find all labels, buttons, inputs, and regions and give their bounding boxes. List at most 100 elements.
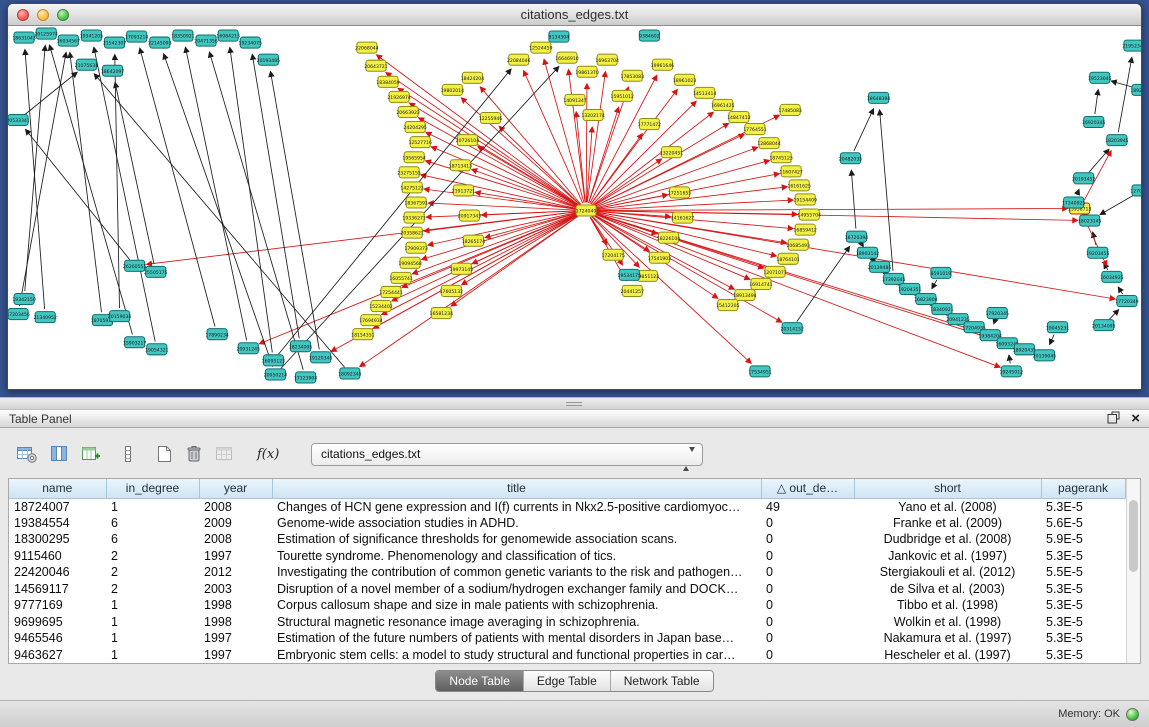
graph-node[interactable]: 20441257 bbox=[621, 285, 645, 296]
table-select[interactable]: citations_edges.txt bbox=[311, 443, 703, 466]
graph-node[interactable]: 20643721 bbox=[364, 60, 388, 71]
graph-node[interactable]: 17890234 bbox=[205, 329, 229, 340]
graph-node[interactable]: 17534951 bbox=[748, 366, 772, 377]
graph-node[interactable]: 13220451 bbox=[660, 147, 684, 158]
graph-node[interactable]: 19094568 bbox=[398, 257, 422, 268]
graph-node[interactable]: 18642097 bbox=[101, 65, 125, 76]
graph-node[interactable]: 14275122 bbox=[400, 182, 424, 193]
divider-grip[interactable] bbox=[566, 402, 582, 406]
graph-node[interactable]: 20358621 bbox=[400, 227, 424, 238]
graph-node[interactable]: 19534175 bbox=[618, 269, 642, 280]
graph-node[interactable]: 18648394 bbox=[867, 92, 891, 103]
graph-node[interactable]: 8134304 bbox=[549, 31, 570, 42]
table-row[interactable]: 946362711997Embryonic stem cells: a mode… bbox=[9, 647, 1125, 664]
network-window-titlebar[interactable]: citations_edges.txt bbox=[8, 4, 1141, 26]
graph-node[interactable]: 16914741 bbox=[749, 278, 773, 289]
graph-node[interactable]: 17920345 bbox=[986, 308, 1010, 319]
table-row[interactable]: 1456911722003Disruption of a novel membe… bbox=[9, 581, 1125, 598]
graph-node[interactable]: 18913494 bbox=[733, 289, 757, 300]
graph-node[interactable]: 19203455 bbox=[1086, 247, 1110, 258]
graph-node[interactable]: 14955704 bbox=[798, 209, 822, 220]
graph-node[interactable]: 22084046 bbox=[507, 54, 531, 65]
graph-node[interactable]: 20685493 bbox=[786, 239, 810, 250]
graph-node[interactable]: 17605132 bbox=[440, 285, 464, 296]
graph-node[interactable]: 18424204 bbox=[461, 72, 485, 83]
table-row[interactable]: 911546021997Tourette syndrome. Phenomeno… bbox=[9, 548, 1125, 565]
graph-node[interactable]: 24204295 bbox=[403, 122, 427, 133]
graph-node[interactable]: 18203945 bbox=[1105, 135, 1129, 146]
function-icon[interactable]: f(x) bbox=[253, 442, 283, 466]
graph-node[interactable]: 12524459 bbox=[529, 42, 553, 53]
graph-node[interactable]: 19523045 bbox=[1088, 72, 1112, 83]
graph-node[interactable]: 15412205 bbox=[716, 300, 740, 311]
graph-node[interactable]: 14513414 bbox=[693, 87, 717, 98]
graph-node[interactable]: 20726104 bbox=[456, 135, 480, 146]
table-row[interactable]: 969969511998Structural magnetic resonanc… bbox=[9, 614, 1125, 631]
graph-node[interactable]: 20663923 bbox=[396, 106, 420, 117]
graph-node[interactable]: 18920435 bbox=[1013, 344, 1037, 355]
column-header-3[interactable]: title bbox=[272, 479, 761, 498]
graph-node[interactable]: 19802014 bbox=[441, 84, 465, 95]
graph-node[interactable]: 17203456 bbox=[8, 309, 30, 320]
graph-node[interactable]: 20193485 bbox=[257, 54, 281, 65]
graph-node[interactable]: 17771472 bbox=[638, 119, 662, 130]
table-mode-icon[interactable] bbox=[14, 442, 40, 466]
column-header-1[interactable]: in_degree bbox=[106, 479, 199, 498]
graph-node[interactable]: 19045231 bbox=[1046, 322, 1070, 333]
graph-node[interactable]: 20950214 bbox=[264, 369, 288, 380]
graph-node[interactable]: 26260555 bbox=[123, 260, 147, 271]
graph-node[interactable]: 16984213 bbox=[216, 30, 240, 41]
add-column-icon[interactable] bbox=[78, 442, 104, 466]
graph-node[interactable]: 21952340 bbox=[1122, 40, 1141, 51]
graph-node[interactable]: 18367591 bbox=[404, 197, 428, 208]
graph-node[interactable]: 17340925 bbox=[1062, 197, 1086, 208]
graph-node[interactable]: 16161625 bbox=[787, 180, 811, 191]
graph-node[interactable]: 18920351 bbox=[1130, 84, 1141, 95]
graph-node[interactable]: 16646910 bbox=[555, 52, 579, 63]
graph-node[interactable]: 22068044 bbox=[355, 42, 379, 53]
show-columns-icon[interactable] bbox=[46, 442, 72, 466]
graph-node[interactable]: 16055741 bbox=[389, 272, 413, 283]
graph-node[interactable]: 20314152 bbox=[780, 323, 804, 334]
graph-node[interactable]: 15951012 bbox=[611, 90, 635, 101]
graph-node[interactable]: 14091347 bbox=[563, 94, 587, 105]
graph-node[interactable]: 18961023 bbox=[673, 74, 697, 85]
graph-node[interactable]: 19234075 bbox=[239, 37, 263, 48]
graph-node[interactable]: 18023145 bbox=[1078, 215, 1102, 226]
graph-node[interactable]: 17093214 bbox=[125, 31, 149, 42]
graph-node[interactable]: 25505175 bbox=[144, 266, 168, 277]
graph-node[interactable]: 20471356 bbox=[194, 35, 218, 46]
graph-node[interactable]: 22145093 bbox=[148, 37, 172, 48]
graph-node[interactable]: 21913721 bbox=[452, 185, 476, 196]
graph-node[interactable]: 16961425 bbox=[711, 99, 735, 110]
graph-node[interactable]: 18903142 bbox=[856, 247, 880, 258]
graph-node[interactable]: 17853083 bbox=[621, 70, 645, 81]
graph-node[interactable]: 15903217 bbox=[123, 337, 147, 348]
graph-node[interactable]: 12527716 bbox=[408, 137, 432, 148]
graph-node[interactable]: 20533341 bbox=[8, 114, 30, 125]
table-row[interactable]: 977716911998Corpus callosum shape and si… bbox=[9, 597, 1125, 614]
graph-node[interactable]: 19336271 bbox=[402, 212, 426, 223]
scrollbar-thumb[interactable] bbox=[1129, 500, 1139, 572]
graph-node[interactable]: 17392045 bbox=[882, 273, 906, 284]
graph-node[interactable]: 16720394 bbox=[845, 231, 869, 242]
column-list-icon[interactable] bbox=[119, 442, 137, 466]
column-header-4[interactable]: △ out_de… bbox=[761, 479, 854, 498]
graph-node[interactable]: 16963704 bbox=[595, 54, 619, 65]
graph-node[interactable]: 12071077 bbox=[763, 266, 787, 277]
graph-node[interactable]: 17764551 bbox=[743, 124, 767, 135]
graph-node[interactable]: 13202174 bbox=[581, 109, 605, 120]
graph-node[interactable]: 17694934 bbox=[359, 315, 383, 326]
graph-node[interactable]: 12868044 bbox=[757, 138, 781, 149]
graph-node[interactable]: 1724049 bbox=[576, 205, 597, 216]
graph-node[interactable]: 18350921 bbox=[171, 30, 195, 41]
graph-node[interactable]: 14161627 bbox=[671, 212, 695, 223]
graph-node[interactable]: 20159034 bbox=[108, 311, 132, 322]
graph-node[interactable]: 20139485 bbox=[868, 261, 892, 272]
graph-node[interactable]: 17720349 bbox=[1115, 295, 1139, 306]
close-button[interactable] bbox=[17, 9, 29, 21]
tab-node-table[interactable]: Node Table bbox=[436, 671, 523, 691]
graph-node[interactable]: 16034925 bbox=[1100, 271, 1124, 282]
graph-node[interactable]: 21340952 bbox=[33, 312, 57, 323]
trash-icon[interactable] bbox=[182, 442, 206, 466]
